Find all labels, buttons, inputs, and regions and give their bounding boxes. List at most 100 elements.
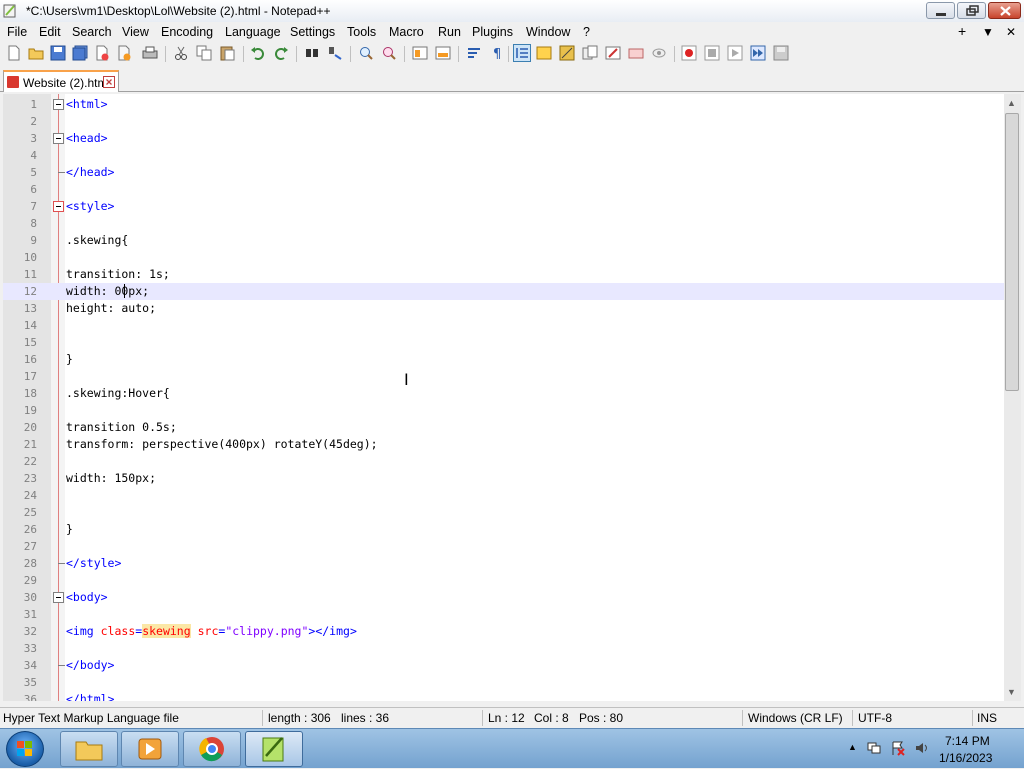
code-line[interactable]: 17	[3, 368, 1004, 385]
menu-search[interactable]: Search	[72, 25, 112, 39]
minimize-button[interactable]	[926, 2, 955, 19]
redo-icon[interactable]	[273, 45, 289, 61]
eye-icon[interactable]	[651, 45, 667, 61]
scroll-up-arrow-icon[interactable]: ▲	[1007, 98, 1016, 108]
indent-guide-icon[interactable]	[513, 44, 531, 62]
clock-time[interactable]: 7:14 PM	[945, 734, 990, 748]
print-icon[interactable]	[142, 45, 158, 61]
menu-encoding[interactable]: Encoding	[161, 25, 213, 39]
code-line[interactable]: 18 .skewing:Hover{	[3, 385, 1004, 402]
function-list-icon[interactable]	[582, 45, 598, 61]
zoom-out-icon[interactable]	[381, 45, 397, 61]
monitoring-icon[interactable]	[628, 45, 644, 61]
code-line[interactable]: 29	[3, 572, 1004, 589]
menu-settings[interactable]: Settings	[290, 25, 335, 39]
new-file-icon[interactable]	[6, 45, 22, 61]
record-macro-icon[interactable]	[681, 45, 697, 61]
fold-toggle-icon[interactable]	[53, 201, 64, 212]
tab-close-icon[interactable]	[103, 76, 115, 88]
save-macro-icon[interactable]	[773, 45, 789, 61]
network-icon[interactable]	[866, 740, 882, 756]
close-window-button[interactable]	[988, 2, 1021, 19]
fold-toggle-icon[interactable]	[53, 592, 64, 603]
volume-icon[interactable]	[914, 740, 930, 756]
code-line[interactable]: 36 </html>	[3, 691, 1004, 701]
code-line[interactable]: 33	[3, 640, 1004, 657]
sync-horizontal-icon[interactable]	[435, 45, 451, 61]
code-line[interactable]: 22	[3, 453, 1004, 470]
code-line[interactable]: 27	[3, 538, 1004, 555]
fold-toggle-icon[interactable]	[53, 133, 64, 144]
show-hidden-icons-icon[interactable]: ▲	[848, 742, 857, 752]
menu-plugins[interactable]: Plugins	[472, 25, 513, 39]
undo-icon[interactable]	[250, 45, 266, 61]
word-wrap-icon[interactable]	[466, 45, 482, 61]
run-macro-multiple-icon[interactable]	[750, 45, 766, 61]
code-line[interactable]: 28 </style>	[3, 555, 1004, 572]
play-macro-icon[interactable]	[727, 45, 743, 61]
folder-workspace-icon[interactable]	[605, 45, 621, 61]
code-line[interactable]: 7 <style>	[3, 198, 1004, 215]
code-line[interactable]: 32 <img class=skewing src="clippy.png"></…	[3, 623, 1004, 640]
code-line[interactable]: 14	[3, 317, 1004, 334]
code-line[interactable]: 20 transition 0.5s;	[3, 419, 1004, 436]
code-line[interactable]: 2	[3, 113, 1004, 130]
code-line[interactable]: 12 width: 00px;	[3, 283, 1004, 300]
fold-toggle-icon[interactable]	[53, 99, 64, 110]
code-line[interactable]: 3 <head>	[3, 130, 1004, 147]
code-line[interactable]: 13 height: auto;	[3, 300, 1004, 317]
taskbar-chrome[interactable]	[183, 731, 241, 767]
code-line[interactable]: 1 <html>	[3, 96, 1004, 113]
cut-icon[interactable]	[173, 45, 189, 61]
close-icon[interactable]	[94, 45, 110, 61]
code-line[interactable]: 8	[3, 215, 1004, 232]
action-center-flag-icon[interactable]	[890, 740, 906, 756]
tab-list-dropdown-icon[interactable]: ▼	[982, 25, 994, 39]
code-line[interactable]: 5 </head>	[3, 164, 1004, 181]
code-line[interactable]: 16}	[3, 351, 1004, 368]
tab-website-2-html[interactable]: Website (2).html	[3, 70, 119, 92]
code-line[interactable]: 10	[3, 249, 1004, 266]
find-icon[interactable]	[304, 45, 320, 61]
code-line[interactable]: 35	[3, 674, 1004, 691]
stop-record-icon[interactable]	[704, 45, 720, 61]
code-line[interactable]: 4	[3, 147, 1004, 164]
menu-run[interactable]: Run	[438, 25, 461, 39]
menu-macro[interactable]: Macro	[389, 25, 424, 39]
start-button[interactable]	[6, 731, 44, 767]
open-file-icon[interactable]	[28, 45, 44, 61]
menu-view[interactable]: View	[122, 25, 149, 39]
code-line[interactable]: 21 transform: perspective(400px) rotateY(…	[3, 436, 1004, 453]
copy-icon[interactable]	[196, 45, 212, 61]
taskbar-notepadpp[interactable]	[245, 731, 303, 767]
replace-icon[interactable]	[327, 45, 343, 61]
scroll-down-arrow-icon[interactable]: ▼	[1007, 687, 1016, 697]
code-line[interactable]: 9 .skewing{	[3, 232, 1004, 249]
menu-window[interactable]: Window	[526, 25, 570, 39]
menu-tools[interactable]: Tools	[347, 25, 376, 39]
udl-icon[interactable]	[536, 45, 552, 61]
code-line[interactable]: 30 <body>	[3, 589, 1004, 606]
clock-date[interactable]: 1/16/2023	[939, 751, 992, 765]
menu-file[interactable]: File	[7, 25, 27, 39]
new-tab-plus-icon[interactable]: +	[958, 23, 966, 39]
menu-edit[interactable]: Edit	[39, 25, 61, 39]
code-line[interactable]: 26}	[3, 521, 1004, 538]
taskbar-media-player[interactable]	[121, 731, 179, 767]
code-line[interactable]: 11 transition: 1s;	[3, 266, 1004, 283]
save-all-icon[interactable]	[72, 45, 88, 61]
menu-help[interactable]: ?	[583, 25, 590, 39]
vertical-scrollbar[interactable]: ▲ ▼	[1004, 94, 1021, 701]
code-line[interactable]: 19	[3, 402, 1004, 419]
scrollbar-thumb[interactable]	[1005, 113, 1019, 391]
code-line[interactable]: 6	[3, 181, 1004, 198]
zoom-in-icon[interactable]	[358, 45, 374, 61]
close-doc-icon[interactable]: ✕	[1006, 25, 1016, 39]
taskbar-explorer[interactable]	[60, 731, 118, 767]
doc-map-icon[interactable]	[559, 45, 575, 61]
menu-language[interactable]: Language	[225, 25, 281, 39]
show-all-chars-icon[interactable]: ¶	[489, 45, 505, 61]
close-all-icon[interactable]	[116, 45, 132, 61]
sync-vertical-icon[interactable]	[412, 45, 428, 61]
save-icon[interactable]	[50, 45, 66, 61]
